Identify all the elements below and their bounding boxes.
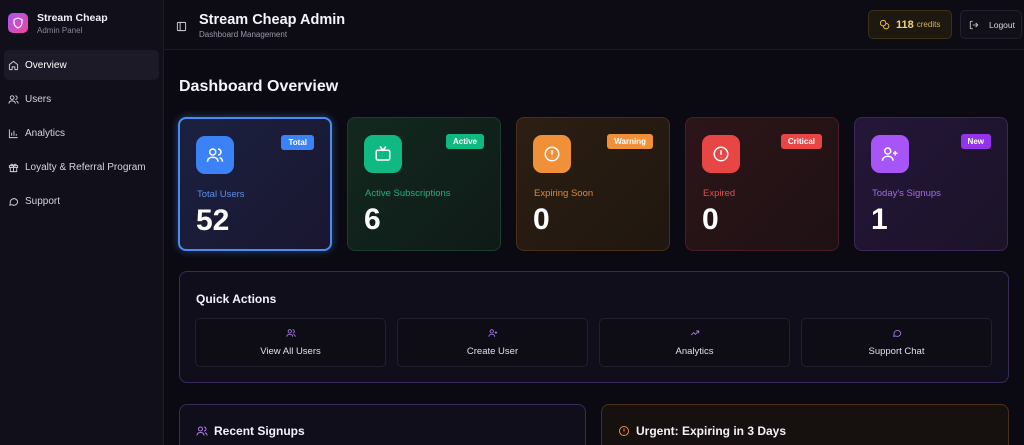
stat-label: Expired bbox=[703, 188, 736, 199]
create-user-button[interactable]: Create User bbox=[397, 318, 588, 367]
status-badge: Active bbox=[445, 134, 484, 149]
alert-circle-icon bbox=[619, 426, 629, 436]
sidebar-toggle-icon[interactable] bbox=[176, 19, 187, 37]
urgent-title: Urgent: Expiring in 3 Days bbox=[636, 424, 787, 438]
users-icon bbox=[196, 136, 234, 174]
trending-up-icon bbox=[690, 330, 699, 336]
stat-card-total-users[interactable]: Total Total Users 52 bbox=[178, 117, 332, 251]
button-label: Analytics bbox=[675, 346, 714, 357]
stat-card-expired[interactable]: Critical Expired 0 bbox=[685, 117, 839, 251]
stat-label: Today's Signups bbox=[872, 188, 941, 199]
user-plus-icon bbox=[487, 329, 497, 337]
button-label: Create User bbox=[466, 346, 519, 357]
urgent-expiring-panel: Urgent: Expiring in 3 Days bbox=[601, 404, 1009, 445]
sidebar-item-analytics[interactable]: Analytics bbox=[4, 118, 159, 148]
status-badge: Critical bbox=[780, 134, 822, 149]
sidebar-item-label: Overview bbox=[25, 59, 67, 71]
support-chat-button[interactable]: Support Chat bbox=[801, 318, 992, 367]
message-icon bbox=[892, 329, 901, 337]
stat-value: 52 bbox=[196, 204, 230, 237]
quick-actions-title: Quick Actions bbox=[196, 292, 277, 306]
stat-label: Active Subscriptions bbox=[365, 188, 451, 199]
recent-signups-header: Recent Signups bbox=[196, 424, 305, 438]
page-title: Dashboard Overview bbox=[179, 78, 339, 95]
stat-card-active-subscriptions[interactable]: Active Active Subscriptions 6 bbox=[347, 117, 501, 251]
button-label: Support Chat bbox=[868, 346, 925, 357]
sidebar-item-label: Analytics bbox=[25, 127, 66, 139]
status-badge: Total bbox=[281, 135, 314, 150]
sidebar-item-loyalty[interactable]: Loyalty & Referral Program bbox=[4, 152, 159, 182]
users-icon bbox=[285, 329, 296, 337]
stat-card-todays-signups[interactable]: New Today's Signups 1 bbox=[854, 117, 1008, 251]
sidebar-item-label: Support bbox=[25, 195, 61, 207]
gift-icon bbox=[8, 163, 19, 172]
shield-icon bbox=[8, 13, 28, 33]
users-icon bbox=[8, 94, 19, 104]
sidebar: Stream Cheap Admin Panel Overview Users … bbox=[0, 0, 164, 445]
status-badge: Warning bbox=[607, 134, 653, 149]
home-icon bbox=[8, 60, 19, 70]
analytics-button[interactable]: Analytics bbox=[599, 318, 790, 367]
logout-icon bbox=[969, 20, 979, 29]
alert-circle-icon bbox=[533, 135, 571, 173]
brand-subtitle: Admin Panel bbox=[37, 25, 83, 35]
sidebar-item-label: Loyalty & Referral Program bbox=[25, 161, 146, 173]
users-icon bbox=[196, 426, 208, 436]
credits-label: credits bbox=[916, 20, 941, 29]
logout-button[interactable]: Logout bbox=[960, 10, 1022, 39]
top-header: Stream Cheap Admin Dashboard Management … bbox=[164, 0, 1024, 50]
header-title: Stream Cheap Admin bbox=[199, 12, 346, 28]
stat-value: 0 bbox=[533, 203, 550, 236]
header-subtitle: Dashboard Management bbox=[199, 30, 288, 39]
stat-label: Expiring Soon bbox=[534, 188, 594, 199]
recent-signups-panel: Recent Signups bbox=[179, 404, 586, 445]
view-all-users-button[interactable]: View All Users bbox=[195, 318, 386, 367]
logout-label: Logout bbox=[989, 19, 1015, 30]
alert-circle-icon bbox=[702, 135, 740, 173]
urgent-header: Urgent: Expiring in 3 Days bbox=[618, 424, 786, 438]
quick-actions-panel: Quick Actions View All Users Create User… bbox=[179, 271, 1009, 383]
sidebar-item-users[interactable]: Users bbox=[4, 84, 159, 114]
sidebar-item-support[interactable]: Support bbox=[4, 186, 159, 216]
credits-badge[interactable]: 118 credits bbox=[868, 10, 952, 39]
sidebar-item-label: Users bbox=[25, 93, 52, 105]
button-label: View All Users bbox=[260, 346, 321, 357]
stat-value: 6 bbox=[364, 203, 381, 236]
bar-chart-icon bbox=[8, 128, 18, 138]
sidebar-item-overview[interactable]: Overview bbox=[4, 50, 159, 80]
recent-signups-title: Recent Signups bbox=[214, 424, 305, 438]
user-plus-icon bbox=[871, 135, 909, 173]
stat-value: 0 bbox=[702, 203, 719, 236]
coins-icon bbox=[879, 19, 890, 30]
stat-value: 1 bbox=[871, 203, 888, 236]
status-badge: New bbox=[960, 134, 991, 149]
brand: Stream Cheap Admin Panel bbox=[0, 0, 163, 46]
stat-card-expiring-soon[interactable]: Warning Expiring Soon 0 bbox=[516, 117, 670, 251]
tv-icon bbox=[364, 135, 402, 173]
stat-label: Total Users bbox=[197, 189, 245, 200]
brand-name: Stream Cheap bbox=[37, 11, 108, 24]
credits-value: 118 bbox=[896, 18, 914, 31]
sidebar-nav: Overview Users Analytics Loyalty & Refer… bbox=[0, 50, 163, 216]
message-icon bbox=[9, 197, 19, 206]
